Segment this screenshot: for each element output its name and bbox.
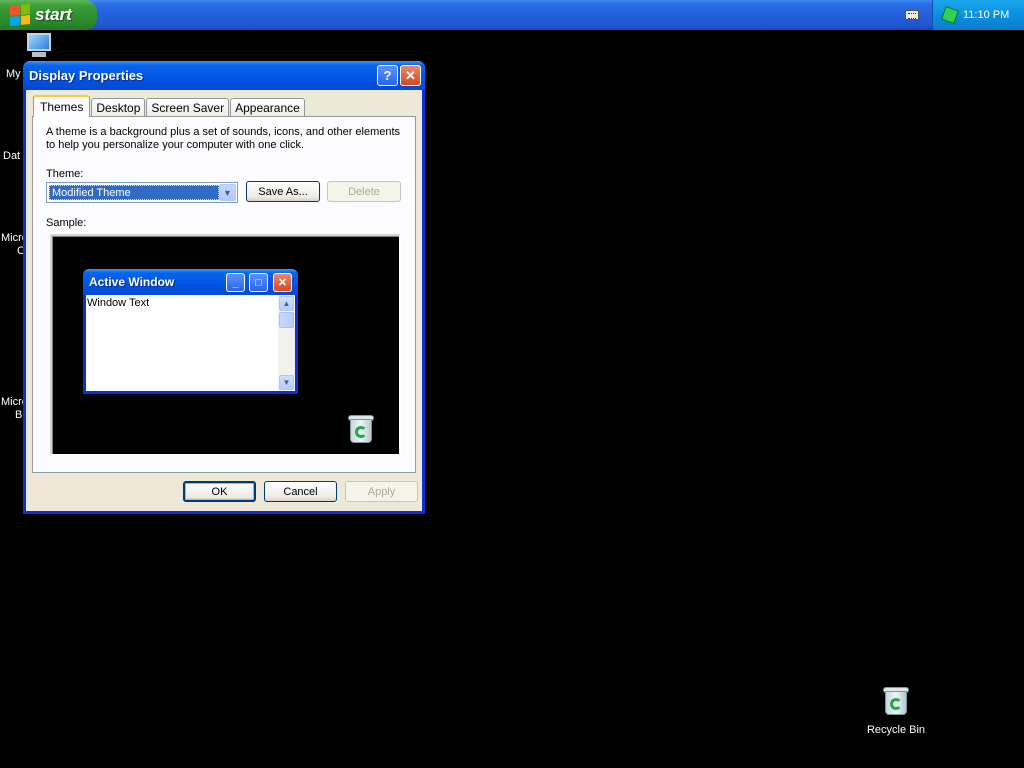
- tab-appearance[interactable]: Appearance: [230, 98, 305, 117]
- minimize-icon: _: [226, 273, 245, 292]
- close-icon: ✕: [273, 273, 292, 292]
- tab-desktop[interactable]: Desktop: [91, 98, 146, 117]
- desktop-icon-label[interactable]: Dat: [3, 150, 20, 162]
- clock[interactable]: 11:10 PM: [963, 9, 1009, 21]
- dialog-title: Display Properties: [29, 68, 144, 83]
- close-button[interactable]: ✕: [400, 65, 421, 86]
- sample-active-window: Active Window _ □ ✕ Window Text ▲ ▼: [83, 269, 298, 394]
- theme-description: A theme is a background plus a set of so…: [46, 126, 401, 151]
- recycle-bin-icon: [883, 686, 909, 716]
- sample-label: Sample:: [46, 217, 87, 229]
- theme-dropdown-value: Modified Theme: [49, 185, 219, 200]
- recycle-bin[interactable]: Recycle Bin: [864, 686, 928, 736]
- start-button[interactable]: start: [0, 0, 97, 30]
- help-button[interactable]: ?: [377, 65, 398, 86]
- sample-window-content: Window Text ▲ ▼: [86, 295, 295, 391]
- sample-preview: Active Window _ □ ✕ Window Text ▲ ▼: [50, 234, 401, 456]
- desktop-icon-label[interactable]: B: [15, 409, 22, 421]
- cancel-button[interactable]: Cancel: [264, 481, 337, 502]
- desktop-icon-label[interactable]: My: [6, 68, 21, 80]
- keyboard-icon[interactable]: [905, 10, 919, 20]
- help-icon: ?: [383, 68, 392, 83]
- maximize-icon: □: [249, 273, 268, 292]
- sample-window-text: Window Text: [87, 297, 150, 309]
- themes-panel: A theme is a background plus a set of so…: [32, 116, 416, 473]
- apply-button[interactable]: Apply: [345, 481, 418, 502]
- dialog-body: Themes Desktop Screen Saver Appearance A…: [26, 90, 422, 511]
- delete-button[interactable]: Delete: [327, 181, 401, 202]
- close-icon: ✕: [405, 67, 416, 83]
- my-computer-icon[interactable]: [24, 33, 54, 59]
- scroll-up-icon: ▲: [279, 296, 294, 311]
- scroll-down-icon: ▼: [279, 375, 294, 390]
- dialog-title-bar[interactable]: Display Properties: [23, 61, 425, 90]
- tab-strip: Themes Desktop Screen Saver Appearance: [33, 95, 306, 117]
- sample-scrollbar: ▲ ▼: [278, 295, 295, 391]
- theme-dropdown[interactable]: Modified Theme ▼: [46, 182, 238, 203]
- network-icon[interactable]: [941, 6, 959, 24]
- system-tray: 11:10 PM: [932, 0, 1024, 30]
- recycle-bin-icon: [348, 414, 374, 444]
- tab-screen-saver[interactable]: Screen Saver: [146, 98, 230, 117]
- taskbar: start 11:10 PM: [0, 0, 1024, 30]
- display-properties-dialog: Display Properties ? ✕ Themes Desktop Sc…: [23, 61, 425, 514]
- tab-themes[interactable]: Themes: [33, 95, 91, 117]
- ok-button[interactable]: OK: [183, 481, 256, 502]
- theme-label: Theme:: [46, 168, 84, 180]
- scroll-thumb: [279, 312, 294, 328]
- start-label: start: [35, 5, 72, 24]
- save-as-button[interactable]: Save As...: [246, 181, 320, 202]
- chevron-down-icon[interactable]: ▼: [219, 184, 236, 201]
- desktop: start 11:10 PM My Dat Micro C Micro B Re…: [0, 0, 1024, 768]
- recycle-bin-label: Recycle Bin: [866, 724, 926, 736]
- windows-logo-icon: [10, 3, 30, 27]
